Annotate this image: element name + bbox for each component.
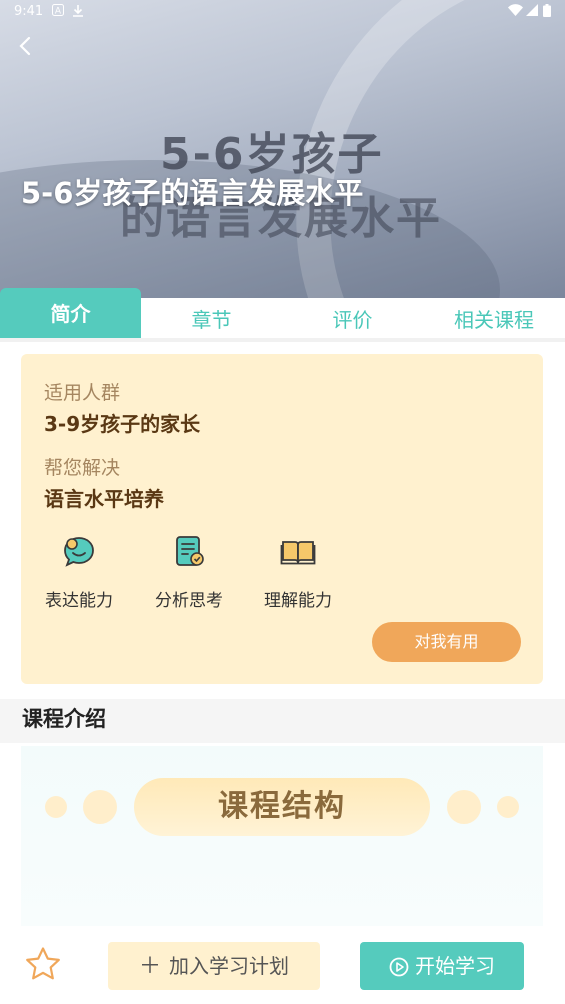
- svg-text:A: A: [55, 7, 62, 17]
- status-bar: 9:41 A: [0, 0, 565, 24]
- plus-icon: ＋: [138, 954, 161, 979]
- download-icon: [72, 4, 84, 20]
- useful-button[interactable]: 对我有用: [372, 622, 521, 662]
- tab-intro[interactable]: 简介: [0, 288, 141, 340]
- a-icon: A: [52, 4, 64, 19]
- feature-label: 理解能力: [264, 591, 332, 611]
- banner-decoration: [447, 790, 481, 824]
- play-icon: [389, 957, 409, 977]
- feature-analysis: 分析思考: [139, 534, 239, 611]
- star-icon: [26, 947, 60, 980]
- checklist-icon: [176, 536, 204, 566]
- tab-bar: 简介 章节 评价 相关课程: [0, 288, 565, 340]
- feature-label: 表达能力: [45, 591, 113, 611]
- tab-related-courses[interactable]: 相关课程: [423, 298, 565, 340]
- status-time: 9:41: [14, 4, 44, 19]
- section-title: 课程介绍: [22, 707, 106, 731]
- audience-value: 3-9岁孩子的家长: [44, 412, 201, 436]
- start-learning-button[interactable]: 开始学习: [360, 942, 524, 990]
- speech-bubble-icon: [64, 537, 94, 567]
- bottom-action-bar: ＋ 加入学习计划 开始学习: [0, 930, 565, 1004]
- feature-understanding: 理解能力: [248, 534, 348, 611]
- add-to-plan-button[interactable]: ＋ 加入学习计划: [108, 942, 320, 990]
- course-title: 5-6岁孩子的语言发展水平: [21, 176, 364, 210]
- solve-value: 语言水平培养: [44, 487, 164, 511]
- tab-divider: [0, 338, 565, 342]
- course-cover: 5-6岁孩子 的语言发展水平: [0, 0, 565, 300]
- battery-icon: [543, 4, 551, 20]
- signal-icon: [526, 4, 538, 19]
- tab-chapters[interactable]: 章节: [141, 298, 282, 340]
- book-icon: [280, 541, 316, 565]
- course-info-card: 适用人群 3-9岁孩子的家长 帮您解决 语言水平培养 表达能力 分析思考 理解能…: [21, 354, 543, 684]
- banner-decoration: [45, 796, 67, 818]
- solve-label: 帮您解决: [44, 457, 121, 479]
- wifi-icon: [508, 4, 523, 19]
- feature-label: 分析思考: [155, 591, 223, 611]
- start-learning-label: 开始学习: [415, 954, 495, 978]
- add-to-plan-label: 加入学习计划: [169, 954, 289, 978]
- banner-decoration: [83, 790, 117, 824]
- chevron-left-icon: [19, 36, 31, 56]
- course-structure-banner: 课程结构: [21, 746, 543, 926]
- audience-label: 适用人群: [44, 382, 121, 404]
- banner-title: 课程结构: [134, 778, 430, 836]
- banner-decoration: [497, 796, 519, 818]
- tab-reviews[interactable]: 评价: [282, 298, 423, 340]
- back-button[interactable]: [14, 34, 44, 64]
- favorite-button[interactable]: [24, 946, 62, 986]
- feature-expression: 表达能力: [29, 534, 129, 611]
